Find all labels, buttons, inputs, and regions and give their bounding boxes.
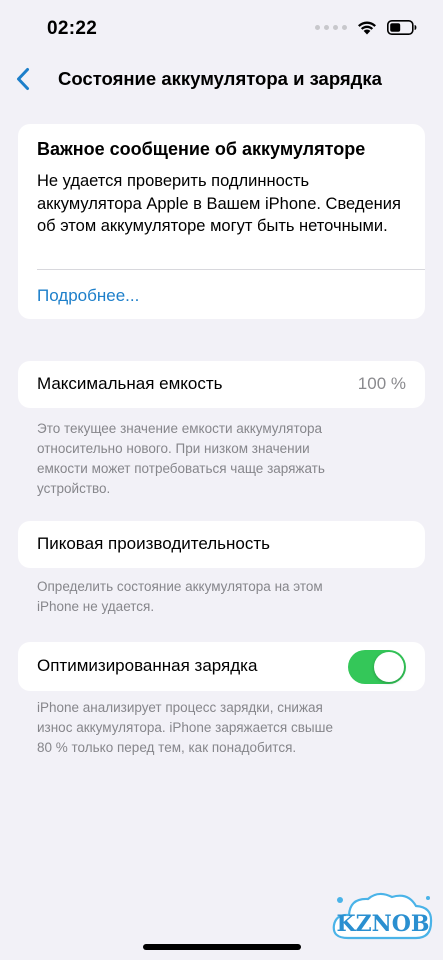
peak-performance-footnote: Определить состояние аккумулятора на это…: [37, 579, 323, 614]
navigation-bar: Состояние аккумулятора и зарядка: [0, 62, 443, 98]
chevron-left-icon: [17, 68, 29, 90]
kznob-watermark-logo: KZNOB: [332, 892, 433, 940]
divider: [37, 269, 425, 270]
optimized-charging-footnote: iPhone анализирует процесс зарядки, сниж…: [37, 700, 333, 755]
signal-dots-icon: [315, 25, 347, 30]
optimized-charging-toggle[interactable]: [348, 650, 406, 684]
max-capacity-footnote: Это текущее значение емкости аккумулятор…: [37, 421, 325, 496]
max-capacity-row: Максимальная емкость 100 %: [18, 361, 425, 408]
learn-more-link[interactable]: Подробнее...: [37, 286, 139, 306]
alert-title: Важное сообщение об аккумуляторе: [37, 139, 366, 159]
optimized-charging-row: Оптимизированная зарядка: [18, 642, 425, 691]
battery-alert-card: Важное сообщение об аккумуляторе Не удае…: [18, 124, 425, 319]
max-capacity-value: 100 %: [357, 374, 406, 393]
back-button[interactable]: [8, 64, 38, 94]
peak-performance-row: Пиковая производительность: [18, 521, 425, 568]
battery-icon: [387, 20, 417, 35]
wifi-icon: [358, 21, 376, 35]
svg-text:KZNOB: KZNOB: [336, 911, 429, 937]
max-capacity-label: Максимальная емкость: [37, 374, 223, 393]
page-title: Состояние аккумулятора и зарядка: [58, 68, 382, 89]
optimized-charging-label: Оптимизированная зарядка: [37, 656, 258, 675]
status-icons: [315, 20, 417, 35]
peak-performance-label: Пиковая производительность: [37, 534, 271, 553]
toggle-knob: [374, 652, 404, 682]
alert-message: Не удается проверить подлинность аккумул…: [37, 172, 401, 235]
status-time: 02:22: [47, 18, 98, 39]
home-indicator[interactable]: [143, 944, 301, 950]
status-bar: 02:22: [0, 0, 443, 60]
